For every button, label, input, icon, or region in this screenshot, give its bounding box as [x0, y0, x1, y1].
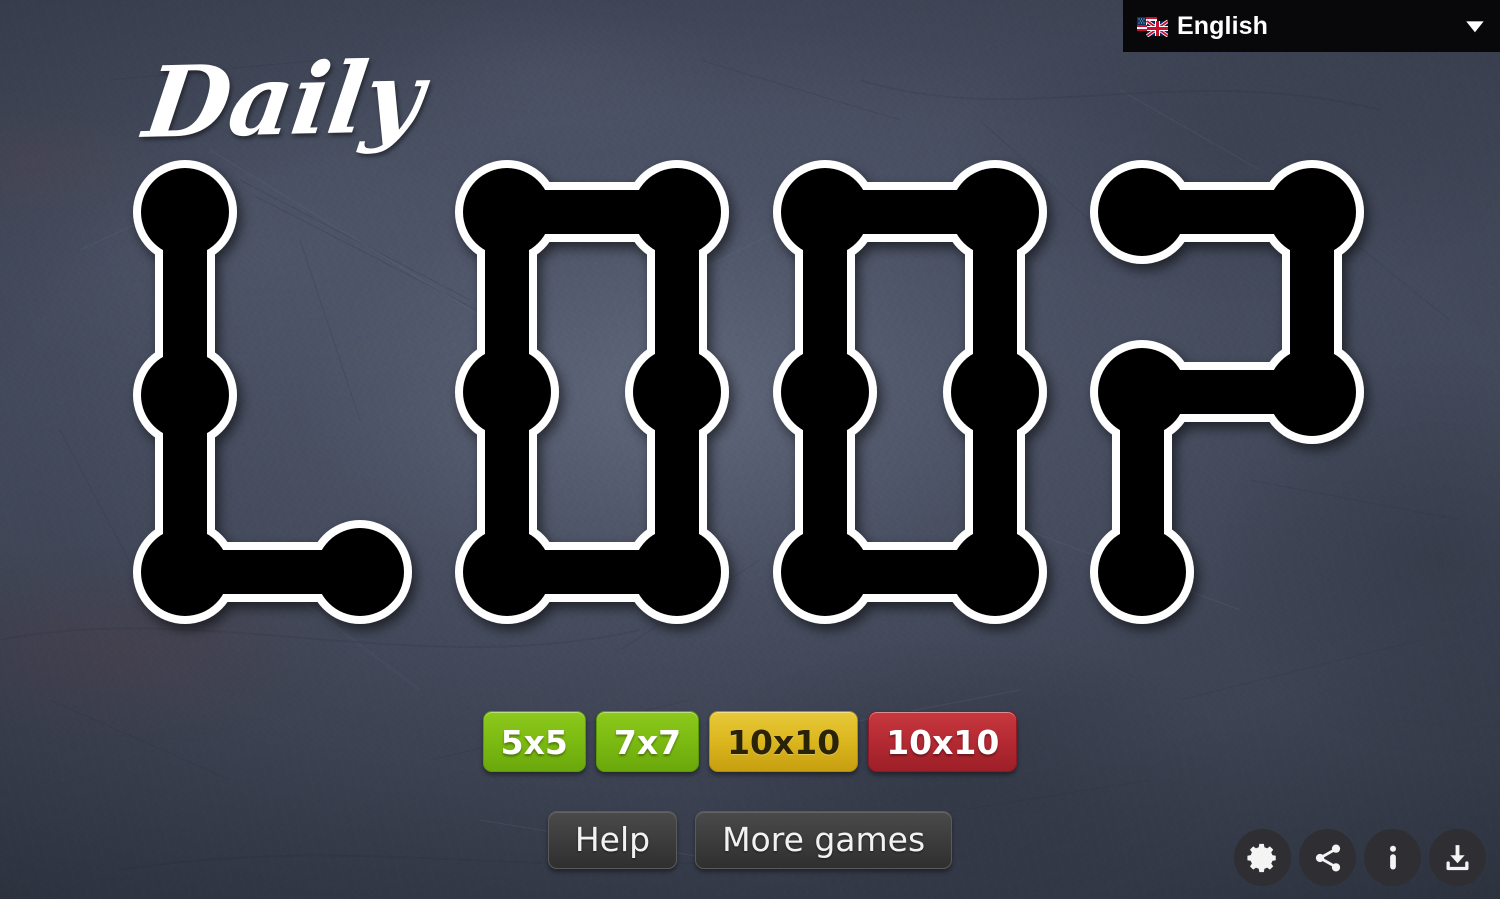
difficulty-7x7-button[interactable]: 7x7 — [595, 711, 700, 772]
share-icon — [1315, 844, 1340, 871]
info-button[interactable] — [1364, 829, 1421, 886]
info-icon — [1389, 845, 1396, 869]
logo-letter-L — [133, 160, 412, 624]
download-icon — [1446, 845, 1469, 871]
settings-button[interactable] — [1234, 829, 1291, 886]
logo-letter-O-1 — [455, 160, 729, 624]
chevron-down-icon[interactable]: ▼ — [1460, 16, 1489, 36]
more-games-button[interactable]: More games — [695, 811, 953, 869]
download-button[interactable] — [1429, 829, 1486, 886]
difficulty-10x10-red-button[interactable]: 10x10 — [868, 711, 1018, 772]
difficulty-7x7-label: 7x7 — [613, 723, 682, 762]
difficulty-10x10-gold-label: 10x10 — [727, 723, 841, 762]
difficulty-5x5-button[interactable]: 5x5 — [482, 711, 586, 772]
gear-icon — [1246, 843, 1276, 872]
logo-letter-P — [1090, 160, 1364, 624]
game-logo: Daily — [0, 0, 1500, 660]
share-button[interactable] — [1299, 829, 1356, 886]
difficulty-10x10-red-label: 10x10 — [886, 723, 1000, 762]
logo-loop-graphic — [133, 160, 1364, 624]
logo-letter-O-2 — [773, 160, 1047, 624]
difficulty-10x10-gold-button[interactable]: 10x10 — [709, 711, 859, 772]
us-uk-flag-icon — [1137, 16, 1168, 37]
help-button[interactable]: Help — [547, 811, 678, 869]
language-selector[interactable]: English ▼ — [1123, 0, 1500, 52]
difficulty-5x5-label: 5x5 — [500, 723, 568, 762]
language-label: English — [1177, 11, 1268, 40]
icon-tray — [1234, 829, 1486, 886]
difficulty-button-row: 5x5 7x7 10x10 10x10 — [0, 711, 1500, 772]
